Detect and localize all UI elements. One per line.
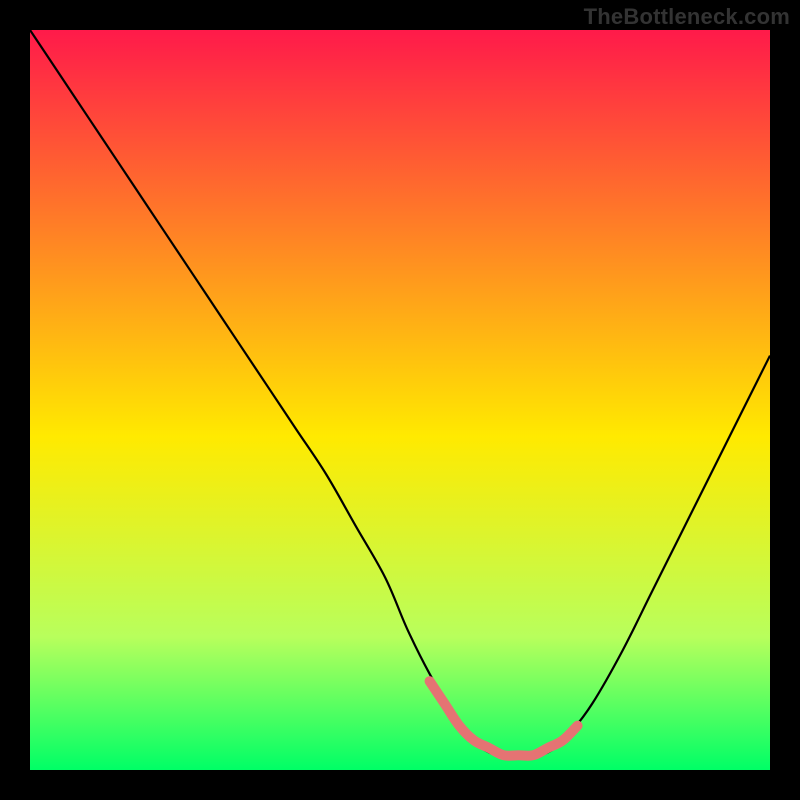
bottleneck-chart [30,30,770,770]
chart-frame: TheBottleneck.com [0,0,800,800]
watermark-text: TheBottleneck.com [584,4,790,30]
chart-area [30,30,770,770]
gradient-background [30,30,770,770]
